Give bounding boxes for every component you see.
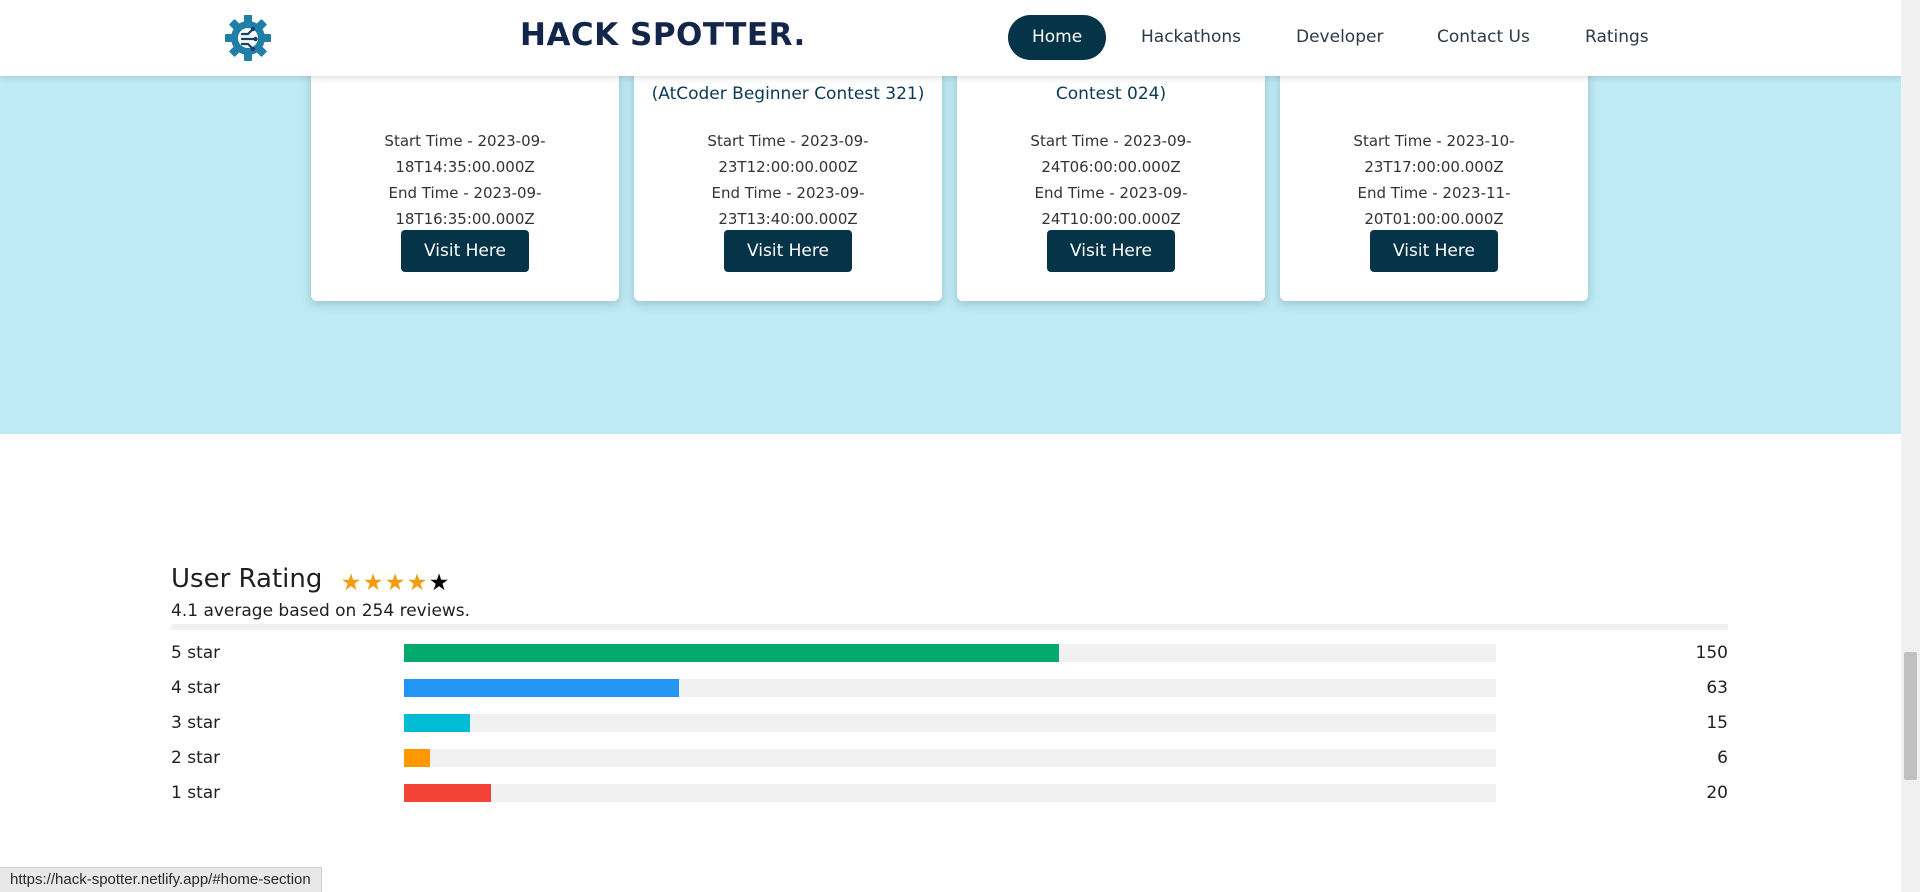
rating-row: 4 star 63 — [171, 677, 1728, 699]
contest-start-time: Start Time - 2023-09-18T14:35:00.000Z — [384, 132, 546, 176]
star-icon: ★ — [406, 570, 428, 596]
rating-row: 2 star 6 — [171, 747, 1728, 769]
star-icon: ★ — [384, 570, 406, 596]
rating-row-count: 20 — [1706, 783, 1728, 803]
rating-bar-fill — [404, 679, 679, 697]
nav-hackathons[interactable]: Hackathons — [1117, 15, 1265, 60]
contest-times: Start Time - 2023-10-23T17:00:00.000Z En… — [1280, 128, 1588, 232]
rating-bar-track — [404, 749, 1496, 767]
contest-end-time: End Time - 2023-09-24T10:00:00.000Z — [1034, 184, 1188, 228]
rating-row-label: 5 star — [171, 643, 221, 663]
star-icon: ★ — [340, 570, 362, 596]
star-icon: ★ — [362, 570, 384, 596]
contest-times: Start Time - 2023-09-23T12:00:00.000Z En… — [634, 128, 942, 232]
rating-row: 1 star 20 — [171, 782, 1728, 804]
contest-start-time: Start Time - 2023-09-24T06:00:00.000Z — [1030, 132, 1192, 176]
visit-here-button[interactable]: Visit Here — [724, 230, 852, 272]
status-bar-url: https://hack-spotter.netlify.app/#home-s… — [0, 867, 322, 892]
nav-developer[interactable]: Developer — [1272, 15, 1407, 60]
rating-bar-track — [404, 644, 1496, 662]
rating-row-count: 63 — [1706, 678, 1728, 698]
page-scrollbar[interactable] — [1901, 0, 1920, 892]
rating-summary: 4.1 average based on 254 reviews. — [171, 601, 471, 621]
rating-row-count: 150 — [1695, 643, 1728, 663]
rating-row-count: 6 — [1717, 748, 1728, 768]
rating-row: 5 star 150 — [171, 642, 1728, 664]
contest-title: Contest 024) — [1055, 84, 1167, 104]
visit-here-button[interactable]: Visit Here — [401, 230, 529, 272]
scrollbar-thumb[interactable] — [1904, 652, 1917, 780]
user-rating-heading: User Rating — [171, 564, 323, 594]
nav-contact-us[interactable]: Contact Us — [1413, 15, 1554, 60]
nav-ratings[interactable]: Ratings — [1561, 15, 1673, 60]
rating-bar-fill — [404, 784, 491, 802]
rating-bar-track — [404, 679, 1496, 697]
logo-gear-icon[interactable] — [222, 12, 274, 64]
contest-end-time: End Time - 2023-09-18T16:35:00.000Z — [388, 184, 542, 228]
rating-row-label: 4 star — [171, 678, 221, 698]
rating-row: 3 star 15 — [171, 712, 1728, 734]
rating-bar-fill — [404, 749, 430, 767]
rating-row-count: 15 — [1706, 713, 1728, 733]
contest-times: Start Time - 2023-09-24T06:00:00.000Z En… — [957, 128, 1265, 232]
rating-stars: ★★★★★ — [340, 570, 450, 596]
contest-start-time: Start Time - 2023-10-23T17:00:00.000Z — [1353, 132, 1515, 176]
star-icon: ★ — [428, 570, 450, 596]
visit-here-button[interactable]: Visit Here — [1370, 230, 1498, 272]
nav-home[interactable]: Home — [1008, 15, 1107, 60]
rating-divider — [171, 624, 1728, 630]
rating-bar-fill — [404, 644, 1059, 662]
contest-start-time: Start Time - 2023-09-23T12:00:00.000Z — [707, 132, 869, 176]
brand-title[interactable]: HACK SPOTTER. — [520, 17, 806, 53]
rating-row-label: 1 star — [171, 783, 221, 803]
contest-times: Start Time - 2023-09-18T14:35:00.000Z En… — [311, 128, 619, 232]
rating-bar-fill — [404, 714, 470, 732]
contest-end-time: End Time - 2023-11-20T01:00:00.000Z — [1357, 184, 1511, 228]
rating-bar-track — [404, 784, 1496, 802]
rating-row-label: 2 star — [171, 748, 221, 768]
contest-end-time: End Time - 2023-09-23T13:40:00.000Z — [711, 184, 865, 228]
navbar: HACK SPOTTER. Home Hackathons Developer … — [0, 0, 1901, 76]
rating-row-label: 3 star — [171, 713, 221, 733]
contest-title: (AtCoder Beginner Contest 321) — [651, 84, 925, 104]
visit-here-button[interactable]: Visit Here — [1047, 230, 1175, 272]
rating-bar-track — [404, 714, 1496, 732]
